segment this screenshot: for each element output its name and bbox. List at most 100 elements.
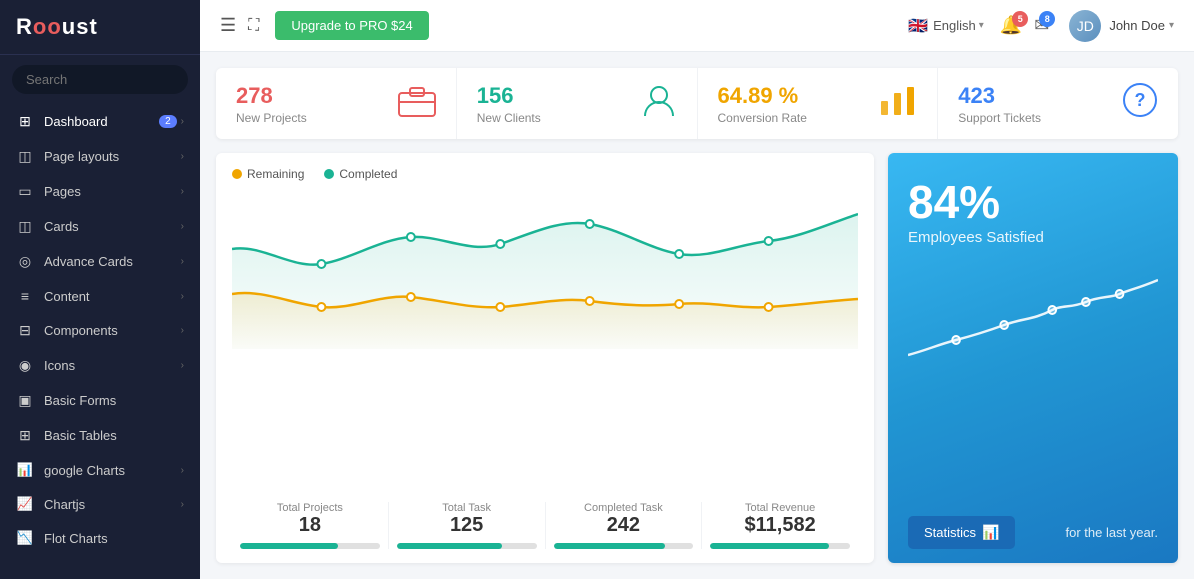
sidebar-item-advance-cards[interactable]: ◎ Advance Cards ›	[0, 244, 200, 279]
stat-value: 278	[236, 83, 307, 109]
progress-fill	[397, 543, 502, 549]
stat-value: $11,582	[710, 514, 850, 537]
messages-button[interactable]: ✉ 8	[1034, 15, 1049, 36]
logo: Rooust	[0, 0, 200, 55]
hamburger-icon[interactable]: ☰	[220, 15, 236, 36]
upgrade-button[interactable]: Upgrade to PRO $24	[275, 11, 428, 40]
stat-label: Conversion Rate	[718, 111, 807, 125]
chevron-icon: ›	[181, 186, 184, 197]
language-label: English	[933, 18, 976, 33]
legend-completed: Completed	[324, 167, 397, 181]
stats-chart-icon: 📊	[982, 524, 999, 541]
nav-items: ⊞ Dashboard 2 › ◫ Page layouts › ▭ Pages…	[0, 104, 200, 579]
chart-svg-wrap	[232, 189, 858, 492]
stat-value: 156	[477, 83, 541, 109]
chevron-icon: ›	[181, 465, 184, 476]
sidebar-item-label: Pages	[44, 184, 181, 199]
progress-bar	[240, 543, 380, 549]
sidebar-item-flot-charts[interactable]: 📉 Flot Charts	[0, 521, 200, 555]
sidebar-item-label: Page layouts	[44, 149, 181, 164]
search-wrap	[0, 55, 200, 104]
sidebar-item-components[interactable]: ⊟ Components ›	[0, 313, 200, 348]
satisfaction-label: Employees Satisfied	[908, 229, 1158, 246]
topbar: ☰ ⛶ Upgrade to PRO $24 🇬🇧 English ▾ 🔔 5 …	[200, 0, 1194, 52]
chart-legend: Remaining Completed	[232, 167, 858, 181]
icons-icon: ◉	[16, 357, 34, 374]
sidebar-item-content[interactable]: ≡ Content ›	[0, 279, 200, 313]
satisfaction-svg	[908, 260, 1158, 370]
stats-row: 278 New Projects 156 New Clients	[216, 68, 1178, 139]
stat-conversion-rate: 64.89 % Conversion Rate	[698, 68, 939, 139]
progress-bar	[397, 543, 537, 549]
line-chart-svg	[232, 189, 858, 349]
completed-dot	[324, 169, 334, 179]
components-icon: ⊟	[16, 322, 34, 339]
sidebar-item-label: Flot Charts	[44, 531, 184, 546]
support-tickets-icon: ?	[1122, 82, 1158, 125]
sidebar-item-chartjs[interactable]: 📈 Chartjs ›	[0, 487, 200, 521]
dashboard-row: Remaining Completed	[216, 153, 1178, 563]
statistics-button[interactable]: Statistics 📊	[908, 516, 1015, 549]
stat-info: 64.89 % Conversion Rate	[718, 83, 807, 125]
sidebar-item-icons[interactable]: ◉ Icons ›	[0, 348, 200, 383]
sidebar-item-page-layouts[interactable]: ◫ Page layouts ›	[0, 139, 200, 174]
chart-card: Remaining Completed	[216, 153, 874, 563]
chevron-icon: ›	[181, 221, 184, 232]
stat-label: Completed Task	[554, 502, 694, 514]
sidebar-item-pages[interactable]: ▭ Pages ›	[0, 174, 200, 209]
satisfaction-percent: 84%	[908, 175, 1158, 229]
search-input[interactable]	[12, 65, 188, 94]
pages-icon: ▭	[16, 183, 34, 200]
sidebar-item-cards[interactable]: ◫ Cards ›	[0, 209, 200, 244]
progress-bar	[710, 543, 850, 549]
sidebar-item-dashboard[interactable]: ⊞ Dashboard 2 ›	[0, 104, 200, 139]
content-area: 278 New Projects 156 New Clients	[200, 52, 1194, 579]
user-menu[interactable]: JD John Doe ▾	[1069, 10, 1174, 42]
user-chevron-icon: ▾	[1169, 20, 1174, 31]
sidebar-item-label: Icons	[44, 358, 181, 373]
sidebar-item-label: google Charts	[44, 463, 181, 478]
sidebar-item-basic-forms[interactable]: ▣ Basic Forms	[0, 383, 200, 418]
stat-value: 125	[397, 514, 537, 537]
sidebar-item-google-charts[interactable]: 📊 google Charts ›	[0, 453, 200, 487]
stat-value: 64.89 %	[718, 83, 807, 109]
conversion-rate-icon	[879, 83, 917, 124]
stat-total-revenue: Total Revenue $11,582	[702, 502, 858, 549]
legend-remaining: Remaining	[232, 167, 304, 181]
stat-new-clients: 156 New Clients	[457, 68, 698, 139]
sidebar-item-label: Advance Cards	[44, 254, 181, 269]
content-icon: ≡	[16, 288, 34, 304]
progress-fill	[240, 543, 338, 549]
chevron-icon: ›	[181, 499, 184, 510]
advance-cards-icon: ◎	[16, 253, 34, 270]
stat-label: Total Revenue	[710, 502, 850, 514]
notifications-button[interactable]: 🔔 5	[1000, 15, 1022, 36]
language-selector[interactable]: 🇬🇧 English ▾	[908, 16, 984, 36]
chevron-icon: ›	[181, 325, 184, 336]
stat-info: 423 Support Tickets	[958, 83, 1041, 125]
sidebar-item-label: Dashboard	[44, 114, 159, 129]
page-layouts-icon: ◫	[16, 148, 34, 165]
sidebar-item-basic-tables[interactable]: ⊞ Basic Tables	[0, 418, 200, 453]
sidebar-item-label: Content	[44, 289, 181, 304]
chevron-icon: ›	[181, 151, 184, 162]
satisfaction-chart	[908, 260, 1158, 504]
sidebar-item-label: Basic Forms	[44, 393, 184, 408]
flag-icon: 🇬🇧	[908, 16, 928, 36]
stat-support-tickets: 423 Support Tickets ?	[938, 68, 1178, 139]
stat-total-task: Total Task 125	[389, 502, 546, 549]
dashboard-icon: ⊞	[16, 113, 34, 130]
statistics-label: Statistics	[924, 525, 976, 540]
right-panel: 84% Employees Satisfied Statistics	[888, 153, 1178, 563]
stat-value: 423	[958, 83, 1041, 109]
main-area: ☰ ⛶ Upgrade to PRO $24 🇬🇧 English ▾ 🔔 5 …	[200, 0, 1194, 579]
expand-icon[interactable]: ⛶	[248, 17, 259, 35]
stat-label: Total Task	[397, 502, 537, 514]
stat-total-projects: Total Projects 18	[232, 502, 389, 549]
chevron-icon: ›	[181, 360, 184, 371]
legend-remaining-label: Remaining	[247, 167, 304, 181]
avatar: JD	[1069, 10, 1101, 42]
chevron-icon: ›	[181, 116, 184, 127]
panel-bottom-bar: Statistics 📊 for the last year.	[908, 504, 1158, 563]
sidebar-item-label: Basic Tables	[44, 428, 184, 443]
